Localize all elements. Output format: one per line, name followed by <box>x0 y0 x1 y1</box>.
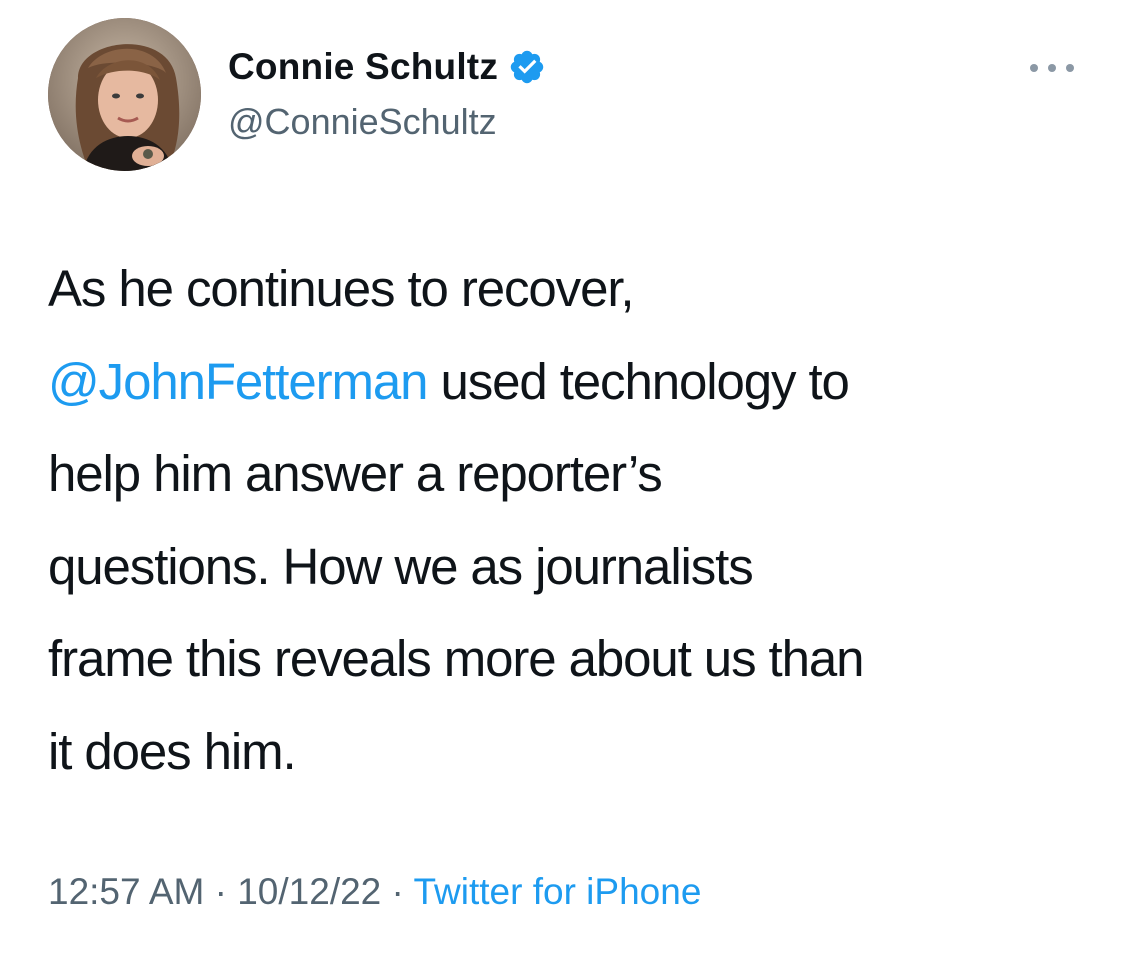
tweet-line: it does him. <box>48 722 297 780</box>
tweet-date[interactable]: 10/12/22 <box>237 871 381 912</box>
meta-separator: · <box>381 871 414 912</box>
more-horizontal-icon[interactable] <box>1030 58 1074 78</box>
more-dot <box>1066 64 1074 72</box>
more-dot <box>1030 64 1038 72</box>
tweet-line: @JohnFetterman used technology to <box>48 336 1088 429</box>
meta-separator: · <box>204 871 238 912</box>
tweet-line: As he continues to recover, <box>48 260 635 317</box>
profile-photo <box>48 18 201 171</box>
tweet-text: As he continues to recover, @JohnFetterm… <box>48 243 1088 798</box>
verified-badge-icon <box>508 48 546 86</box>
author-name-row: Connie Schultz <box>228 46 546 88</box>
tweet-line: frame this reveals more about us than <box>48 630 865 687</box>
avatar[interactable] <box>48 18 201 171</box>
tweet-meta: 12:57 AM · 10/12/22 · Twitter for iPhone <box>48 871 701 913</box>
tweet-source-link[interactable]: Twitter for iPhone <box>413 871 701 912</box>
tweet-line: help him answer a reporter’s <box>48 445 663 502</box>
more-dot <box>1048 64 1056 72</box>
mention-link[interactable]: @JohnFetterman <box>48 353 428 410</box>
tweet-line-text: used technology to <box>427 352 849 410</box>
display-name[interactable]: Connie Schultz <box>228 46 498 88</box>
author-handle[interactable]: @ConnieSchultz <box>228 101 497 143</box>
tweet-time[interactable]: 12:57 AM <box>48 871 204 912</box>
tweet-line: questions. How we as journalists <box>48 537 754 595</box>
